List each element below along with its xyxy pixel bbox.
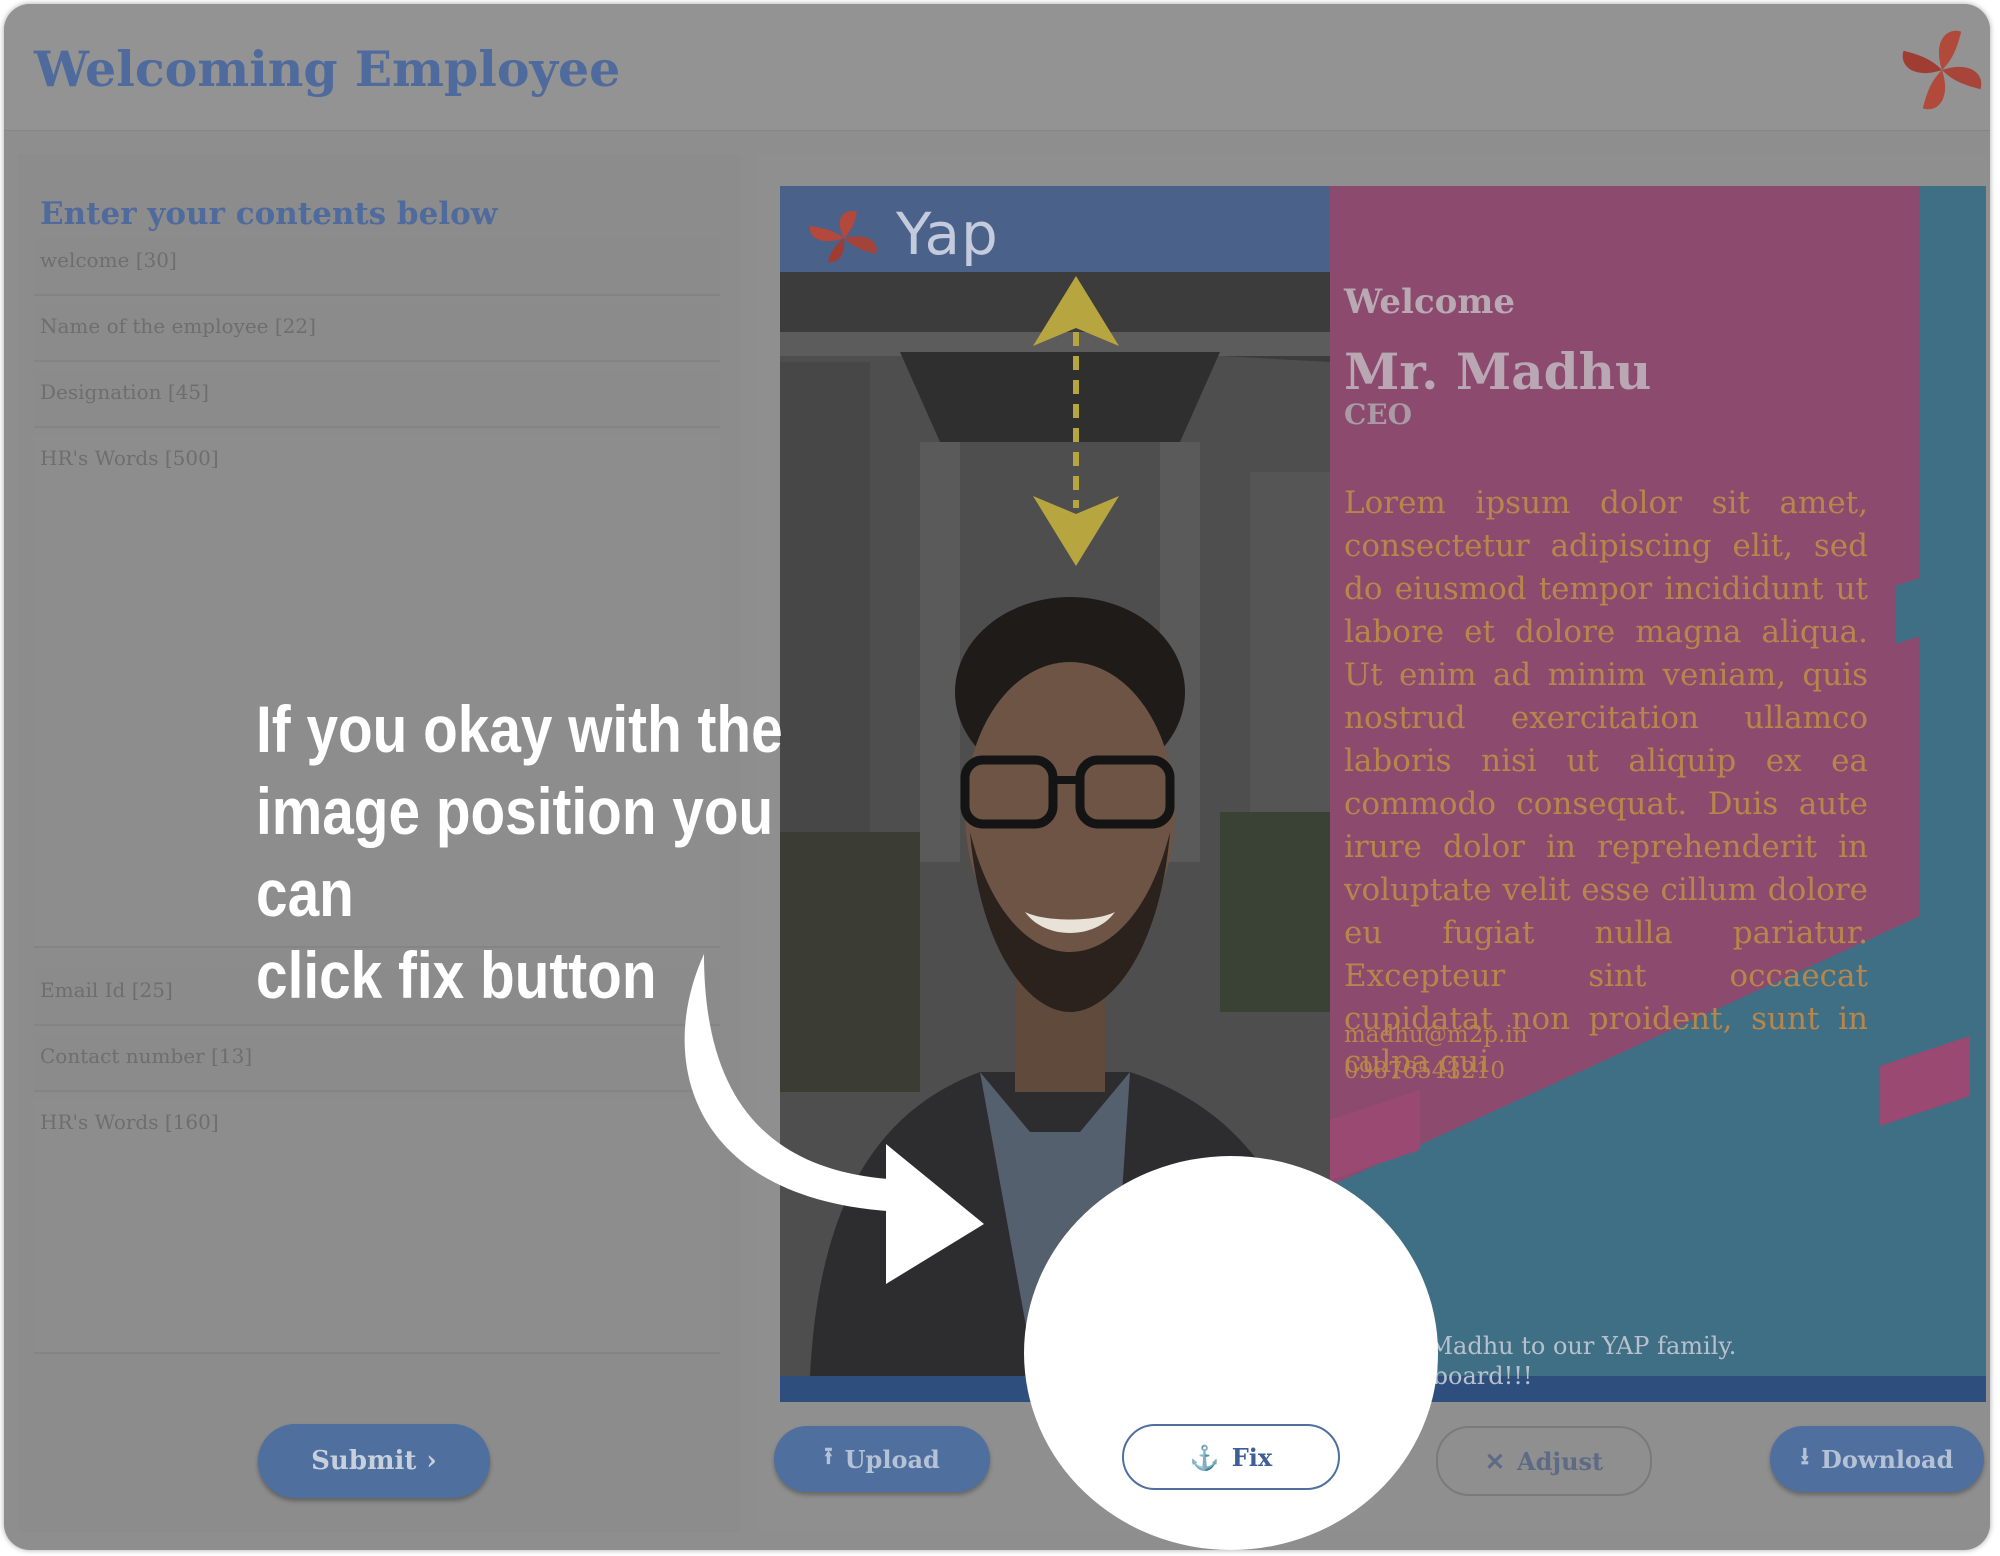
download-button-label: Download <box>1821 1444 1954 1474</box>
upload-icon: ⭱ <box>824 1440 833 1470</box>
hr-short-words-textarea-placeholder: HR's Words [160] <box>40 1110 219 1134</box>
designation-input-placeholder: Designation [45] <box>40 380 209 404</box>
drag-vertical-arrow-icon <box>1033 276 1119 566</box>
welcome-input-placeholder: welcome [30] <box>40 248 177 272</box>
welcome-input[interactable]: welcome [30] <box>34 238 720 296</box>
app-header: Welcoming Employee <box>4 4 1990 131</box>
download-button[interactable]: ⭳ Download <box>1770 1426 1984 1492</box>
employee-name: Mr. Madhu <box>1344 342 1652 401</box>
contact-phone: 09876543210 <box>1344 1058 1505 1084</box>
fix-button-spotlight <box>1024 1156 1438 1550</box>
app-window: Welcoming Employee Enter your contents b… <box>4 4 1990 1550</box>
email-input-placeholder: Email Id [25] <box>40 978 173 1002</box>
employee-name-input-placeholder: Name of the employee [22] <box>40 314 316 338</box>
tools-icon: ✕ <box>1484 1446 1505 1476</box>
annotation-line-1: If you okay with the <box>256 692 783 766</box>
submit-button-label: Submit <box>311 1446 417 1476</box>
welcome-label: Welcome <box>1344 282 1515 322</box>
contact-email: madhu@m2p.in <box>1344 1022 1528 1048</box>
footer-text-1: Madhu to our YAP family. <box>1420 1332 1737 1360</box>
annotation-line-2: image position you can <box>256 774 774 930</box>
fix-button-label: Fix <box>1231 1442 1273 1472</box>
curved-arrow-icon <box>684 954 984 1284</box>
page-title: Welcoming Employee <box>34 40 621 98</box>
adjust-button[interactable]: ✕ Adjust <box>1436 1426 1652 1496</box>
chevron-right-icon: › <box>426 1446 437 1476</box>
pinwheel-logo-icon <box>1902 30 1982 110</box>
upload-button-label: Upload <box>844 1444 940 1474</box>
employee-designation: CEO <box>1344 398 1413 431</box>
hr-words-text: Lorem ipsum dolor sit amet, consectetur … <box>1344 485 1868 1080</box>
brand-bar: Yap <box>780 186 1330 275</box>
fix-button[interactable]: ⚓ Fix <box>1122 1424 1340 1490</box>
employee-name-input[interactable]: Name of the employee [22] <box>34 304 720 362</box>
designation-input[interactable]: Designation [45] <box>34 370 720 428</box>
anchor-icon: ⚓ <box>1189 1442 1220 1472</box>
contact-number-input-placeholder: Contact number [13] <box>40 1044 253 1068</box>
adjust-button-label: Adjust <box>1516 1446 1604 1476</box>
hr-short-words-textarea[interactable]: HR's Words [160] <box>34 1100 720 1354</box>
form-heading: Enter your contents below <box>40 196 498 232</box>
upload-button[interactable]: ⭱ Upload <box>774 1426 990 1492</box>
brand-name: Yap <box>896 200 999 268</box>
contact-number-input[interactable]: Contact number [13] <box>34 1034 720 1092</box>
submit-button[interactable]: Submit › <box>258 1424 490 1498</box>
hr-words-textarea-placeholder: HR's Words [500] <box>40 446 219 470</box>
yap-logo-icon <box>809 211 877 263</box>
download-icon: ⭳ <box>1800 1440 1809 1470</box>
